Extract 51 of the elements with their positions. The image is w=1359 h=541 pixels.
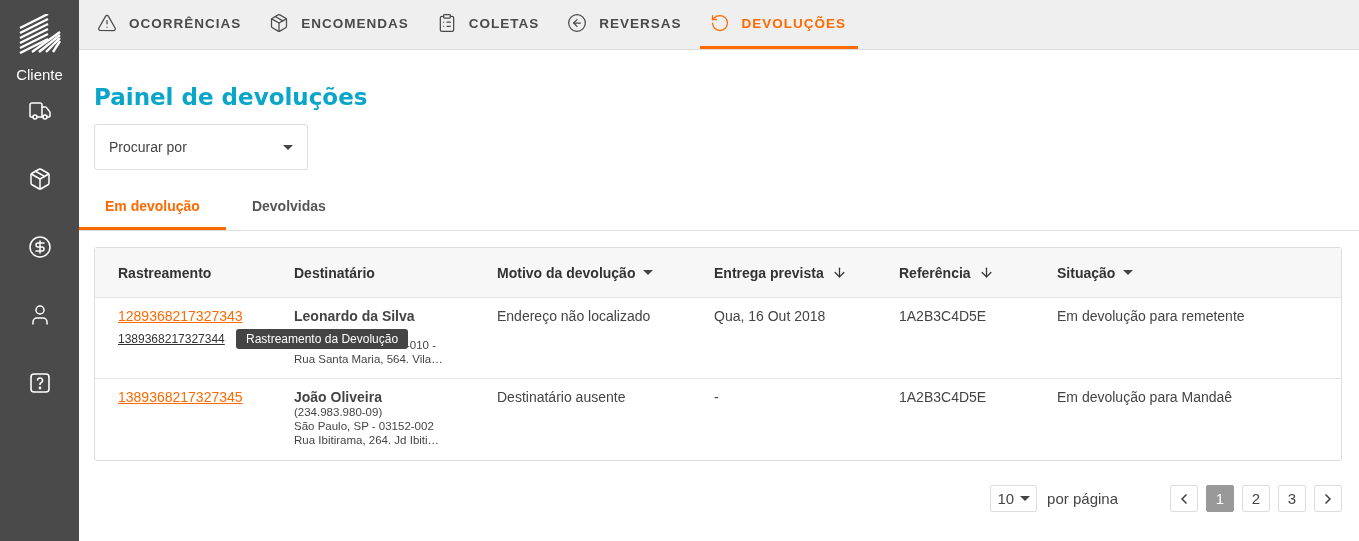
nav-tab[interactable]: ENCOMENDAS [259,0,421,49]
per-page-label: por página [1047,490,1118,507]
delivery-date-cell-text: - [714,389,720,407]
column-header: Situação [1057,264,1116,281]
return-icon [709,13,730,33]
sort-arrow-icon[interactable] [831,265,847,280]
sort-arrow-icon[interactable] [978,265,994,280]
account-label: Cliente [16,66,63,83]
box-icon [27,167,52,191]
page-button[interactable]: 2 [1242,485,1270,512]
page-title: Painel de devoluções [94,84,369,110]
caret-icon[interactable] [1123,270,1134,275]
column-header: Destinatário [294,264,375,281]
arrow-circle-icon [567,13,588,33]
next-page-button[interactable] [1314,485,1342,512]
address-line: São Paulo, SP - 03152-002 [294,419,435,433]
reason-cell-text: Destinatário ausente [497,389,627,407]
per-page-select[interactable]: 10 [990,485,1038,512]
nav-tab[interactable]: OCORRÊNCIAS [87,0,254,49]
tooltip: Rastreamento da Devolução [236,329,409,349]
address-line: -010 - [406,338,438,352]
box-icon [269,13,290,33]
warning-icon [97,13,117,33]
recipient-name: Leonardo da Silva [294,308,416,324]
status-cell-text: Em devolução para remetente [1057,308,1246,326]
caret-icon [1020,496,1031,501]
reason-cell-text: Endereço não localizado [497,308,652,326]
tab[interactable]: Devolvidas [225,184,352,230]
dollar-icon [27,235,52,259]
column-header: Referência [899,264,971,281]
caret-icon [283,144,293,150]
caret-icon[interactable] [643,270,654,275]
column-header: Entrega prevista [714,264,824,281]
address-line: Rua Santa Maria, 564. Vila… [294,352,444,366]
recipient-name: João Oliveira [294,389,383,405]
previous-page-button[interactable] [1170,485,1198,512]
column-header: Rastreamento [118,264,212,281]
status-cell-text: Em devolução para Mandaê [1057,389,1234,407]
truck-icon [27,99,52,123]
page-button[interactable]: 3 [1278,485,1306,512]
reference-cell-text: 1A2B3C4D5E [899,389,988,407]
address-line: Rua Ibitirama, 264. Jd Ibiti… [294,433,441,447]
logo-icon [17,14,62,54]
nav-tab[interactable]: COLETAS [426,0,552,49]
help-icon [27,371,52,395]
search-select[interactable]: Procurar por [94,124,308,170]
column-header: Motivo da devolução [497,264,636,281]
address-line: (234.983.980-09) [294,405,384,419]
delivery-date-cell-text: Qua, 16 Out 2018 [714,308,827,326]
reference-cell-text: 1A2B3C4D5E [899,308,988,326]
nav-tab[interactable]: REVERSAS [557,0,694,49]
